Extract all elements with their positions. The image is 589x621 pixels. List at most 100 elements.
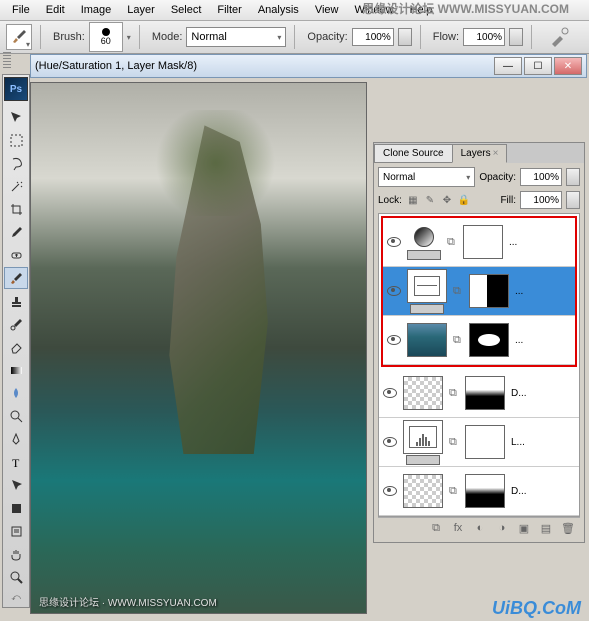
- lock-transparency-icon[interactable]: ▦: [406, 193, 420, 207]
- menu-view[interactable]: View: [307, 2, 347, 18]
- layer-name[interactable]: L...: [511, 437, 575, 448]
- wand-tool[interactable]: [4, 175, 28, 197]
- brush-preset-picker[interactable]: 60: [89, 22, 123, 52]
- layer-name[interactable]: D...: [511, 388, 575, 399]
- close-button[interactable]: ✕: [554, 57, 582, 75]
- layer-mask-thumb[interactable]: [465, 376, 505, 410]
- link-icon: ⧉: [449, 436, 459, 449]
- move-tool[interactable]: [4, 106, 28, 128]
- history-brush-tool[interactable]: [4, 313, 28, 335]
- brush-tool[interactable]: [4, 267, 28, 289]
- lasso-tool[interactable]: [4, 152, 28, 174]
- link-layers-icon[interactable]: ⧉: [428, 521, 444, 535]
- dodge-tool[interactable]: [4, 405, 28, 427]
- opacity-input[interactable]: 100%: [352, 28, 394, 46]
- menu-file[interactable]: File: [4, 2, 38, 18]
- delete-icon[interactable]: 🗑: [560, 521, 576, 535]
- opacity-slider-icon[interactable]: [398, 28, 412, 46]
- layer-mask-thumb[interactable]: [465, 474, 505, 508]
- stamp-tool[interactable]: [4, 290, 28, 312]
- corner-watermark: UiBQ.CoM: [492, 598, 581, 619]
- minimize-button[interactable]: —: [494, 57, 522, 75]
- brush-dropdown-icon[interactable]: ▾: [127, 33, 131, 42]
- fg-bg-swap[interactable]: ⤺: [4, 589, 28, 605]
- layer-row[interactable]: ⧉ D...: [379, 369, 579, 418]
- fill-slider[interactable]: [566, 191, 580, 209]
- layer-name[interactable]: ...: [515, 286, 571, 297]
- blur-tool[interactable]: [4, 382, 28, 404]
- layer-row[interactable]: ⧉ ...: [383, 267, 575, 316]
- lock-pixels-icon[interactable]: ✎: [423, 193, 437, 207]
- eraser-tool[interactable]: [4, 336, 28, 358]
- layer-row[interactable]: ⧉ ...: [383, 218, 575, 267]
- mode-label: Mode:: [152, 31, 183, 43]
- menu-image[interactable]: Image: [73, 2, 120, 18]
- blend-mode-select[interactable]: Normal▾: [186, 27, 286, 47]
- curves-thumb-icon: [407, 269, 447, 303]
- layer-opacity-input[interactable]: 100%: [520, 168, 562, 186]
- visibility-toggle[interactable]: [383, 435, 397, 449]
- menu-select[interactable]: Select: [163, 2, 210, 18]
- shape-tool[interactable]: [4, 497, 28, 519]
- link-icon: ⧉: [449, 485, 459, 498]
- visibility-toggle[interactable]: [383, 386, 397, 400]
- menu-filter[interactable]: Filter: [209, 2, 249, 18]
- crop-tool[interactable]: [4, 198, 28, 220]
- link-icon: ⧉: [447, 236, 457, 249]
- tool-preset-picker[interactable]: ▾: [6, 24, 32, 50]
- menu-edit[interactable]: Edit: [38, 2, 73, 18]
- lock-all-icon[interactable]: 🔒: [457, 193, 471, 207]
- new-layer-icon[interactable]: ▤: [538, 521, 554, 535]
- layer-opacity-slider[interactable]: [566, 168, 580, 186]
- eye-icon: [383, 388, 397, 398]
- layer-mask-thumb[interactable]: [465, 425, 505, 459]
- fill-label: Fill:: [500, 195, 516, 206]
- fill-input[interactable]: 100%: [520, 191, 562, 209]
- huesat-thumb-icon: [409, 225, 439, 249]
- ps-logo-icon[interactable]: Ps: [4, 77, 28, 101]
- type-tool[interactable]: T: [4, 451, 28, 473]
- zoom-tool[interactable]: [4, 566, 28, 588]
- layer-name[interactable]: D...: [511, 486, 575, 497]
- layer-mask-thumb[interactable]: [469, 323, 509, 357]
- group-icon[interactable]: ▣: [516, 521, 532, 535]
- grip-icon: [3, 52, 11, 70]
- layer-row[interactable]: ⧉ D...: [379, 467, 579, 516]
- layer-name[interactable]: ...: [509, 237, 571, 248]
- tab-close-icon[interactable]: ×: [493, 148, 499, 159]
- flow-input[interactable]: 100%: [463, 28, 505, 46]
- menu-layer[interactable]: Layer: [119, 2, 163, 18]
- tab-layers[interactable]: Layers×: [452, 144, 508, 163]
- hand-tool[interactable]: [4, 543, 28, 565]
- gradient-tool[interactable]: [4, 359, 28, 381]
- notes-tool[interactable]: [4, 520, 28, 542]
- heal-tool[interactable]: [4, 244, 28, 266]
- adjustment-icon[interactable]: ◑: [494, 521, 510, 535]
- menu-analysis[interactable]: Analysis: [250, 2, 307, 18]
- tab-clone-source[interactable]: Clone Source: [374, 144, 453, 163]
- toolbox: Ps T ⤺: [2, 74, 30, 608]
- layer-row[interactable]: ⧉ L...: [379, 418, 579, 467]
- visibility-toggle[interactable]: [387, 235, 401, 249]
- layer-row[interactable]: ⧉ ...: [383, 316, 575, 365]
- layer-mask-thumb[interactable]: [463, 225, 503, 259]
- marquee-tool[interactable]: [4, 129, 28, 151]
- maximize-button[interactable]: ☐: [524, 57, 552, 75]
- layer-name[interactable]: ...: [515, 335, 571, 346]
- layer-mask-thumb[interactable]: [469, 274, 509, 308]
- pen-tool[interactable]: [4, 428, 28, 450]
- path-select-tool[interactable]: [4, 474, 28, 496]
- panel-tabs: Clone Source Layers×: [374, 143, 584, 163]
- document-titlebar[interactable]: (Hue/Saturation 1, Layer Mask/8) — ☐ ✕: [30, 54, 587, 78]
- layer-blend-mode-select[interactable]: Normal▾: [378, 167, 475, 187]
- lock-position-icon[interactable]: ✥: [440, 193, 454, 207]
- fx-icon[interactable]: fx: [450, 521, 466, 535]
- airbrush-icon[interactable]: [548, 26, 570, 48]
- flow-slider-icon[interactable]: [509, 28, 523, 46]
- visibility-toggle[interactable]: [387, 333, 401, 347]
- eyedropper-tool[interactable]: [4, 221, 28, 243]
- canvas[interactable]: 思缘设计论坛 · WWW.MISSYUAN.COM: [30, 82, 367, 614]
- visibility-toggle[interactable]: [387, 284, 401, 298]
- visibility-toggle[interactable]: [383, 484, 397, 498]
- mask-icon[interactable]: ◐: [472, 521, 488, 535]
